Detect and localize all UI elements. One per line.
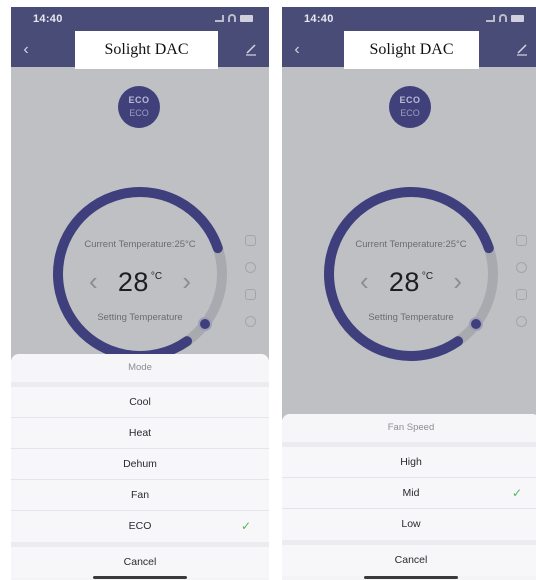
option-label: Dehum — [123, 458, 157, 470]
status-bar: 14:40 — [282, 7, 536, 29]
battery-icon — [240, 14, 253, 22]
setting-temperature-label: Setting Temperature — [97, 312, 183, 323]
timer-icon[interactable] — [516, 262, 527, 273]
checkmark-icon: ✓ — [511, 486, 522, 500]
sheet-title: Mode — [11, 354, 269, 382]
option-eco[interactable]: ECO ✓ — [11, 511, 269, 542]
current-temperature: Current Temperature:25°C — [355, 239, 467, 250]
option-list: Cool Heat Dehum Fan ECO ✓ — [11, 387, 269, 542]
battery-icon — [511, 14, 524, 22]
status-icons — [215, 14, 253, 22]
sheet-title: Fan Speed — [282, 414, 536, 442]
temperature-dial[interactable]: Current Temperature:25°C ‹ 28 °C › Settin… — [47, 181, 233, 367]
mode-badge-label: ECO — [128, 95, 150, 105]
temperature-unit: °C — [421, 271, 434, 282]
side-controls — [245, 235, 259, 343]
mode-badge-sublabel: ECO — [400, 108, 420, 118]
option-label: ECO — [128, 520, 152, 532]
edit-pencil-icon — [517, 44, 527, 56]
page-title: Solight DAC — [344, 31, 479, 69]
edit-button[interactable] — [514, 41, 530, 57]
signal-icon — [215, 14, 224, 22]
set-temperature-value: 28 — [388, 267, 420, 297]
back-arrow-icon: ‹ — [294, 41, 300, 58]
option-high[interactable]: High — [282, 447, 536, 478]
option-heat[interactable]: Heat — [11, 418, 269, 449]
chevron-right-icon[interactable]: › — [182, 267, 191, 295]
home-indicator — [364, 576, 458, 579]
edit-button[interactable] — [243, 41, 259, 57]
status-icons — [486, 14, 524, 22]
wifi-icon — [228, 14, 236, 22]
side-controls — [516, 235, 530, 343]
page-title: Solight DAC — [75, 31, 218, 69]
edit-pencil-icon — [246, 44, 256, 56]
set-temperature-value: 28 — [117, 267, 149, 297]
lock-icon[interactable] — [245, 235, 256, 246]
cancel-button[interactable]: Cancel — [282, 545, 536, 576]
power-icon[interactable] — [516, 316, 527, 327]
option-dehum[interactable]: Dehum — [11, 449, 269, 480]
signal-icon — [486, 14, 495, 22]
phone-screen-fan-speed: 14:40 ‹ Solight DAC ECO ECO Current Temp… — [282, 7, 536, 580]
fan-speed-bottom-sheet: Fan Speed High Mid ✓ Low Cancel — [282, 414, 536, 580]
chevron-left-icon[interactable]: ‹ — [89, 267, 98, 295]
status-time: 14:40 — [33, 13, 63, 25]
temperature-unit: °C — [150, 271, 163, 282]
mode-badge-label: ECO — [399, 95, 421, 105]
option-mid[interactable]: Mid ✓ — [282, 478, 536, 509]
temperature-setter: ‹ 28 °C › — [318, 265, 504, 299]
option-label: Cool — [129, 396, 151, 408]
chevron-left-icon[interactable]: ‹ — [360, 267, 369, 295]
temperature-setter: ‹ 28 °C › — [47, 265, 233, 299]
option-list: High Mid ✓ Low — [282, 447, 536, 540]
status-time: 14:40 — [304, 13, 334, 25]
lock-icon[interactable] — [516, 235, 527, 246]
option-label: Fan — [130, 489, 150, 501]
mode-badge[interactable]: ECO ECO — [389, 86, 431, 128]
phone-screen-mode: 14:40 ‹ Solight DAC ECO ECO Current Temp… — [11, 7, 269, 580]
chevron-right-icon[interactable]: › — [453, 267, 462, 295]
fan-icon[interactable] — [245, 289, 256, 300]
status-bar: 14:40 — [11, 7, 269, 29]
fan-icon[interactable] — [516, 289, 527, 300]
power-icon[interactable] — [245, 316, 256, 327]
back-arrow-icon: ‹ — [23, 41, 29, 58]
option-fan[interactable]: Fan — [11, 480, 269, 511]
option-low[interactable]: Low — [282, 509, 536, 540]
checkmark-icon: ✓ — [240, 519, 251, 533]
option-cool[interactable]: Cool — [11, 387, 269, 418]
option-label: High — [400, 456, 422, 468]
temperature-dial[interactable]: Current Temperature:25°C ‹ 28 °C › Settin… — [318, 181, 504, 367]
mode-badge-sublabel: ECO — [129, 108, 149, 118]
option-label: Mid — [402, 487, 420, 499]
mode-badge[interactable]: ECO ECO — [118, 86, 160, 128]
mode-bottom-sheet: Mode Cool Heat Dehum Fan ECO ✓ Cancel — [11, 354, 269, 580]
current-temperature: Current Temperature:25°C — [84, 239, 196, 250]
cancel-button[interactable]: Cancel — [11, 547, 269, 578]
wifi-icon — [499, 14, 507, 22]
setting-temperature-label: Setting Temperature — [368, 312, 454, 323]
timer-icon[interactable] — [245, 262, 256, 273]
option-label: Heat — [128, 427, 152, 439]
option-label: Low — [401, 518, 421, 530]
back-button[interactable]: ‹ — [288, 41, 306, 59]
home-indicator — [93, 576, 187, 579]
back-button[interactable]: ‹ — [17, 41, 35, 59]
